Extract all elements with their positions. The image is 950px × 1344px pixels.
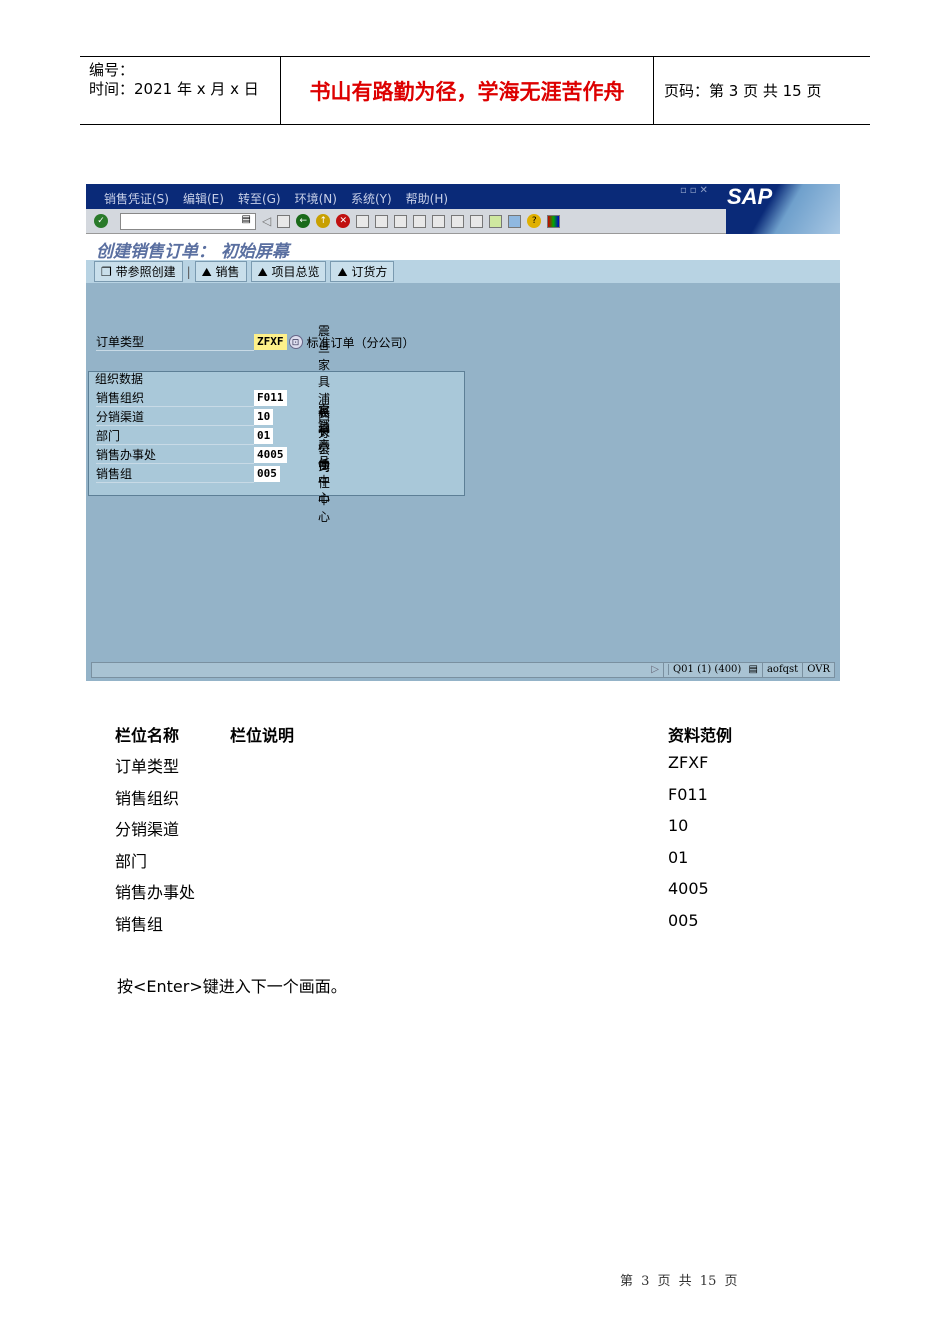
page-header: 编号： 时间：2021 年 x 月 x 日 书山有路勤为径，学海无涯苦作舟 页码：… bbox=[80, 56, 870, 125]
sap-logo: SAP bbox=[724, 184, 840, 234]
f4-help-icon[interactable]: ⊡ bbox=[288, 335, 303, 349]
field-label: 销售组 bbox=[96, 465, 254, 483]
menu-edit[interactable]: 编辑(E) bbox=[183, 190, 224, 207]
menu-environment[interactable]: 环境(N) bbox=[295, 190, 337, 207]
field-desc: 长宁责任中心 bbox=[318, 425, 331, 524]
org-row: 销售组织 F011 震旦家具浦西分公司 bbox=[96, 324, 330, 474]
prev-page-icon[interactable] bbox=[432, 214, 446, 228]
create-with-reference-button[interactable]: ❐ 带参照创建 bbox=[94, 261, 183, 282]
menu-goto[interactable]: 转至(G) bbox=[238, 190, 281, 207]
save-icon[interactable] bbox=[277, 214, 291, 228]
division-input[interactable]: 01 bbox=[254, 428, 274, 444]
menu-system[interactable]: 系统(Y) bbox=[351, 190, 392, 207]
table-row: 部门 01 bbox=[115, 848, 689, 871]
application-toolbar: ❐ 带参照创建 | ⛰ 销售 ⛰ 项目总览 ⛰ 订货方 bbox=[86, 260, 840, 283]
status-mode[interactable]: OVR bbox=[802, 663, 834, 677]
exit-icon[interactable]: ↑ bbox=[316, 214, 331, 228]
shortcut-icon[interactable] bbox=[508, 214, 522, 228]
enter-icon[interactable]: ✓ bbox=[94, 214, 108, 228]
status-system: Q01 (1) (400) ▤ bbox=[662, 663, 762, 677]
first-page-icon[interactable] bbox=[413, 214, 427, 228]
org-row: 销售办事处 4005 长宁责任中心 bbox=[96, 406, 330, 505]
window-controls[interactable]: ▫▫✕ bbox=[680, 185, 711, 196]
item-overview-button[interactable]: ⛰ 项目总览 bbox=[250, 261, 327, 282]
last-page-icon[interactable] bbox=[470, 214, 484, 228]
back-arrow-icon[interactable]: ◁ bbox=[262, 214, 271, 228]
table-header: 栏位名称 栏位说明 资料范例 bbox=[115, 726, 733, 745]
field-label: 销售组织 bbox=[96, 389, 254, 407]
group-title: 组织数据 bbox=[95, 372, 144, 386]
table-row: 分销渠道 10 bbox=[115, 816, 689, 839]
motto: 书山有路勤为径，学海无涯苦作舟 bbox=[281, 57, 654, 124]
order-type-row: 订单类型 ZFXF ⊡ 标准订单（分公司） bbox=[96, 333, 415, 351]
time-label: 时间：2021 年 x 月 x 日 bbox=[89, 80, 259, 98]
order-type-input[interactable]: ZFXF bbox=[254, 334, 287, 350]
org-row: 部门 01 家具产品 bbox=[96, 404, 330, 469]
table-row: 销售组 005 bbox=[115, 911, 699, 934]
table-row: 订单类型 ZFXF bbox=[115, 753, 709, 776]
sales-group-input[interactable]: 005 bbox=[254, 466, 280, 482]
org-row: 销售组 005 长宁责任中心 bbox=[96, 425, 330, 524]
new-session-icon[interactable] bbox=[489, 214, 503, 228]
status-expand-icon[interactable]: ▷ bbox=[647, 663, 663, 677]
back-icon[interactable]: ← bbox=[296, 214, 311, 228]
field-label: 部门 bbox=[96, 427, 254, 445]
status-bar: ▷ Q01 (1) (400) ▤ aofqst OVR bbox=[91, 662, 835, 678]
next-page-icon[interactable] bbox=[451, 214, 465, 228]
org-row: 分销渠道 10 直销 bbox=[96, 402, 330, 433]
sold-to-party-button[interactable]: ⛰ 订货方 bbox=[330, 261, 395, 282]
standard-toolbar: ✓ ▤ ◁ ← ↑ ✕ ? bbox=[86, 209, 726, 234]
menu-help[interactable]: 帮助(H) bbox=[406, 190, 448, 207]
table-row: 销售组织 F011 bbox=[115, 785, 708, 808]
sap-screenshot: 销售凭证(S) 编辑(E) 转至(G) 环境(N) 系统(Y) 帮助(H) ▫▫… bbox=[86, 184, 840, 681]
page-footer: 第 3 页 共 15 页 bbox=[620, 1274, 738, 1289]
field-label: 分销渠道 bbox=[96, 408, 254, 426]
field-label: 销售办事处 bbox=[96, 446, 254, 464]
menu-sales-doc[interactable]: 销售凭证(S) bbox=[104, 190, 169, 207]
print-icon[interactable] bbox=[356, 214, 370, 228]
distribution-channel-input[interactable]: 10 bbox=[254, 409, 274, 425]
help-icon[interactable]: ? bbox=[527, 214, 542, 228]
layout-icon[interactable] bbox=[547, 214, 561, 228]
status-server: aofqst bbox=[761, 663, 802, 677]
find-icon[interactable] bbox=[375, 214, 389, 228]
sales-org-input[interactable]: F011 bbox=[254, 390, 287, 406]
screen-title: 创建销售订单： 初始屏幕 bbox=[86, 234, 840, 262]
number-label: 编号： bbox=[89, 61, 135, 79]
page-info: 页码：第 3 页 共 15 页 bbox=[664, 82, 822, 100]
sales-button[interactable]: ⛰ 销售 bbox=[194, 261, 247, 282]
table-row: 销售办事处 4005 bbox=[115, 879, 709, 902]
sales-office-input[interactable]: 4005 bbox=[254, 447, 287, 463]
menu-bar: 销售凭证(S) 编辑(E) 转至(G) 环境(N) 系统(Y) 帮助(H) bbox=[86, 184, 726, 209]
cancel-icon[interactable]: ✕ bbox=[336, 214, 351, 228]
instruction-note: 按<Enter>键进入下一个画面。 bbox=[117, 977, 347, 996]
command-field[interactable]: ▤ bbox=[120, 212, 256, 230]
find-next-icon[interactable] bbox=[394, 214, 408, 228]
order-type-label: 订单类型 bbox=[96, 333, 254, 351]
